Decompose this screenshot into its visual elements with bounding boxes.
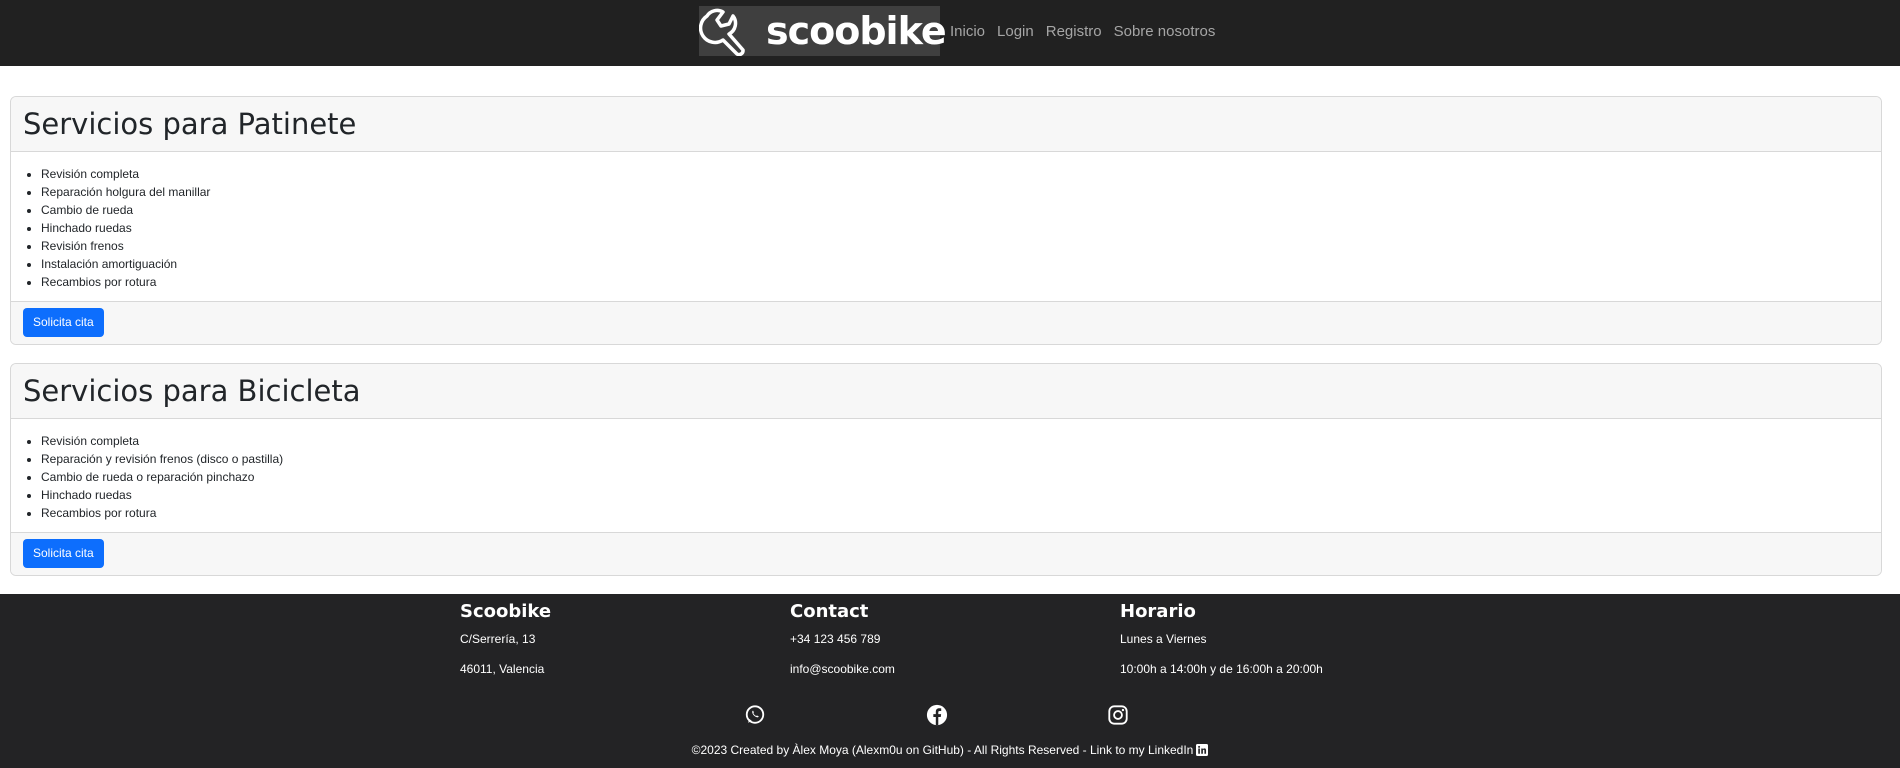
list-item: Cambio de rueda xyxy=(41,201,1881,219)
brand-name: scoobike xyxy=(766,9,947,53)
linkedin-link-label: Link to my LinkedIn xyxy=(1089,743,1194,757)
footer-column-horario: Horario Lunes a Viernes 10:00h a 14:00h … xyxy=(1120,600,1440,690)
card-header: Servicios para Bicicleta xyxy=(11,364,1881,419)
card-body: Revisión completa Reparación y revisión … xyxy=(11,419,1881,530)
list-item: Revisión completa xyxy=(41,165,1881,183)
card-title: Servicios para Patinete xyxy=(23,107,357,141)
schedule-line: 10:00h a 14:00h y de 16:00h a 20:00h xyxy=(1120,662,1323,676)
nav-link-inicio[interactable]: Inicio xyxy=(950,22,985,42)
list-item: Revisión frenos xyxy=(41,237,1881,255)
service-list: Revisión completa Reparación holgura del… xyxy=(11,165,1881,291)
whatsapp-icon[interactable] xyxy=(744,704,766,726)
footer-column-contact: Contact +34 123 456 789 info@scoobike.co… xyxy=(790,600,1110,690)
footer-heading: Horario xyxy=(1120,601,1196,622)
nav-link-registro[interactable]: Registro xyxy=(1046,22,1102,42)
list-item: Revisión completa xyxy=(41,432,1881,450)
footer-heading: Contact xyxy=(790,601,869,622)
instagram-icon[interactable] xyxy=(1107,704,1129,726)
list-item: Reparación holgura del manillar xyxy=(41,183,1881,201)
footer: Scoobike C/Serrería, 13 46011, Valencia … xyxy=(0,594,1900,768)
address-line: 46011, Valencia xyxy=(460,662,545,676)
list-item: Recambios por rotura xyxy=(41,504,1881,522)
solicita-cita-button[interactable]: Solicita cita xyxy=(23,539,104,568)
card-title: Servicios para Bicicleta xyxy=(23,374,361,408)
card-body: Revisión completa Reparación holgura del… xyxy=(11,152,1881,299)
copyright: ©2023 Created by Àlex Moya (Alexm0u on G… xyxy=(0,742,1900,758)
schedule-line: Lunes a Viernes xyxy=(1120,632,1207,646)
email-address: info@scoobike.com xyxy=(790,662,895,676)
wrench-icon xyxy=(699,6,757,56)
footer-heading: Scoobike xyxy=(460,601,552,622)
card-footer: Solicita cita xyxy=(11,301,1881,344)
service-card-patinete: Servicios para Patinete Revisión complet… xyxy=(10,96,1882,345)
nav-link-sobre-nosotros[interactable]: Sobre nosotros xyxy=(1114,22,1216,42)
card-header: Servicios para Patinete xyxy=(11,97,1881,152)
list-item: Hinchado ruedas xyxy=(41,486,1881,504)
solicita-cita-button[interactable]: Solicita cita xyxy=(23,308,104,337)
social-links xyxy=(0,704,1900,730)
service-card-bicicleta: Servicios para Bicicleta Revisión comple… xyxy=(10,363,1882,576)
card-footer: Solicita cita xyxy=(11,532,1881,575)
facebook-icon[interactable] xyxy=(926,704,948,726)
copyright-text: ©2023 Created by Àlex Moya (Alexm0u on G… xyxy=(691,743,1090,757)
nav-link-login[interactable]: Login xyxy=(997,22,1034,42)
nav-links: Inicio Login Registro Sobre nosotros xyxy=(950,22,1215,42)
list-item: Instalación amortiguación xyxy=(41,255,1881,273)
brand-link[interactable]: scoobike xyxy=(699,6,947,56)
linkedin-icon xyxy=(1196,744,1209,756)
address-line: C/Serrería, 13 xyxy=(460,632,536,646)
linkedin-link[interactable]: Link to my LinkedIn xyxy=(1089,743,1209,757)
list-item: Hinchado ruedas xyxy=(41,219,1881,237)
list-item: Recambios por rotura xyxy=(41,273,1881,291)
list-item: Cambio de rueda o reparación pinchazo xyxy=(41,468,1881,486)
navbar: scoobike Inicio Login Registro Sobre nos… xyxy=(0,0,1900,66)
service-list: Revisión completa Reparación y revisión … xyxy=(11,432,1881,522)
list-item: Reparación y revisión frenos (disco o pa… xyxy=(41,450,1881,468)
footer-column-scoobike: Scoobike C/Serrería, 13 46011, Valencia xyxy=(460,600,780,690)
phone-number: +34 123 456 789 xyxy=(790,632,881,646)
